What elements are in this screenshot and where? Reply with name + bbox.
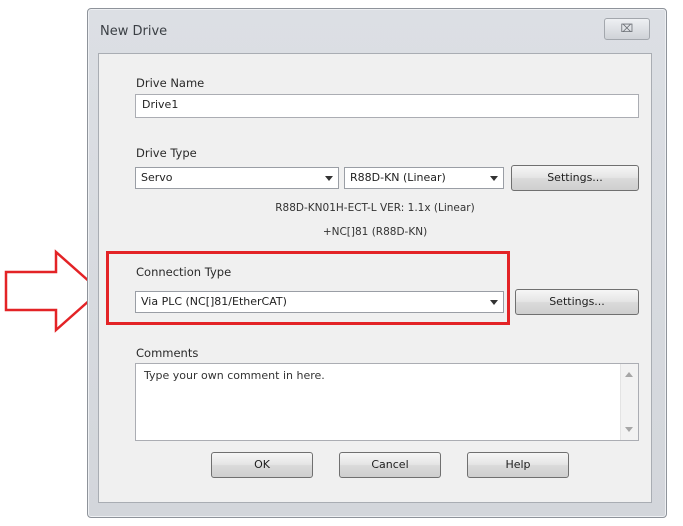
drive-name-input[interactable]: Drive1 — [135, 94, 639, 118]
cancel-button[interactable]: Cancel — [339, 452, 441, 478]
ok-button[interactable]: OK — [211, 452, 313, 478]
comments-scrollbar[interactable] — [620, 364, 638, 440]
drive-settings-button[interactable]: Settings... — [511, 165, 639, 191]
help-button[interactable]: Help — [467, 452, 569, 478]
scroll-up-icon[interactable] — [625, 372, 633, 377]
scroll-down-icon[interactable] — [625, 427, 633, 432]
title-bar: New Drive ⌧ — [88, 9, 666, 53]
dialog-title: New Drive — [100, 24, 168, 39]
comments-label: Comments — [136, 346, 199, 360]
drive-info-line2: +NC[]81 (R88D-KN) — [322, 226, 428, 238]
comments-textarea[interactable]: Type your own comment in here. — [135, 363, 639, 441]
drive-type-label: Drive Type — [136, 146, 197, 160]
connection-settings-button[interactable]: Settings... — [515, 289, 639, 315]
drive-type-value: Servo — [141, 171, 173, 184]
drive-model-select[interactable]: R88D-KN (Linear) — [344, 167, 504, 189]
close-button[interactable]: ⌧ — [604, 18, 650, 40]
drive-model-value: R88D-KN (Linear) — [350, 171, 446, 184]
chevron-down-icon — [490, 176, 498, 181]
drive-name-label: Drive Name — [136, 76, 205, 90]
drive-type-select[interactable]: Servo — [135, 167, 339, 189]
drive-info-line1: R88D-KN01H-ECT-L VER: 1.1x (Linear) — [275, 202, 475, 214]
chevron-down-icon — [325, 176, 333, 181]
connection-type-highlight — [106, 251, 510, 325]
close-icon: ⌧ — [620, 22, 634, 35]
comments-text: Type your own comment in here. — [144, 369, 325, 382]
